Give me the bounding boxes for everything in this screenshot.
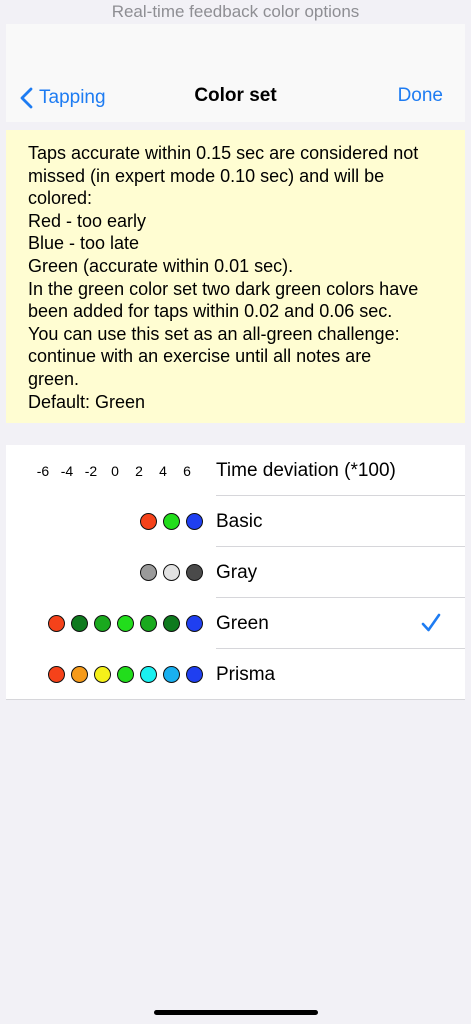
color-set-row-green[interactable]: Green: [6, 598, 465, 649]
info-line: continue with an exercise until all note…: [28, 346, 372, 367]
info-line: Blue - too late: [28, 233, 140, 254]
color-dot: [48, 615, 65, 632]
info-line: Taps accurate within 0.15 sec are consid…: [28, 143, 419, 163]
color-dot: [186, 513, 203, 530]
color-dot: [186, 564, 203, 581]
tick-label: 6: [183, 462, 191, 479]
color-dot: [94, 615, 111, 632]
color-dot: [186, 666, 203, 683]
time-deviation-label: Time deviation (*100): [216, 460, 396, 481]
tick-label: -6: [36, 462, 50, 479]
tick-label: 2: [135, 462, 143, 479]
color-dot: [117, 666, 134, 683]
color-dot: [71, 615, 88, 632]
info-line: been added for taps within 0.02 and 0.06…: [28, 301, 393, 322]
color-dot: [163, 615, 180, 632]
color-set-label: Basic: [216, 511, 263, 532]
info-line: missed (in expert mode 0.10 sec) and wil…: [28, 165, 385, 186]
info-line: green.: [28, 368, 80, 389]
info-line: colored:: [28, 188, 93, 209]
color-swatch: [134, 547, 203, 598]
color-dot: [163, 666, 180, 683]
color-swatch: [134, 496, 203, 547]
info-line: In the green color set two dark green co…: [28, 278, 419, 299]
tick-label: 0: [111, 462, 119, 479]
color-swatch: [42, 598, 203, 649]
color-dot: [48, 666, 65, 683]
color-dot: [71, 666, 88, 683]
tick-label: -4: [60, 462, 74, 479]
info-line: Red - too early: [28, 210, 147, 231]
color-swatch: [42, 649, 203, 700]
time-deviation-ticks: -6 -4 -2 0 2 4 6: [31, 445, 199, 496]
page-title: Color set: [194, 85, 277, 106]
color-set-label: Gray: [216, 562, 258, 583]
color-dot: [117, 615, 134, 632]
color-dot: [140, 615, 157, 632]
color-set-label: Prisma: [216, 664, 276, 685]
color-dot: [140, 513, 157, 530]
info-box: Taps accurate within 0.15 sec are consid…: [6, 130, 465, 423]
color-dot: [186, 615, 203, 632]
color-set-row-gray[interactable]: Gray: [6, 547, 465, 598]
navigation-bar: Tapping Color set Done: [6, 24, 465, 122]
color-dot: [163, 513, 180, 530]
checkmark-icon: [421, 613, 441, 632]
done-button[interactable]: Done: [398, 85, 443, 107]
color-set-label: Green: [216, 613, 269, 634]
color-dot: [94, 666, 111, 683]
info-line: You can use this set as an all-green cha…: [28, 323, 400, 344]
color-dot: [163, 564, 180, 581]
home-indicator: [154, 1010, 318, 1015]
header-row: -6 -4 -2 0 2 4 6 Time deviation (*100): [6, 445, 465, 496]
color-set-row-prisma[interactable]: Prisma: [6, 649, 465, 700]
color-dot: [140, 666, 157, 683]
info-line: Default: Green: [28, 391, 146, 412]
color-set-row-basic[interactable]: Basic: [6, 496, 465, 547]
tick-label: 4: [159, 462, 167, 479]
screen-caption: Real-time feedback color options: [111, 2, 360, 21]
color-set-list: -6 -4 -2 0 2 4 6 Time deviation (*100) B…: [6, 445, 465, 700]
color-dot: [140, 564, 157, 581]
tick-label: -2: [84, 462, 98, 479]
row-divider: [6, 699, 465, 700]
info-line: Green (accurate within 0.01 sec).: [28, 255, 294, 276]
